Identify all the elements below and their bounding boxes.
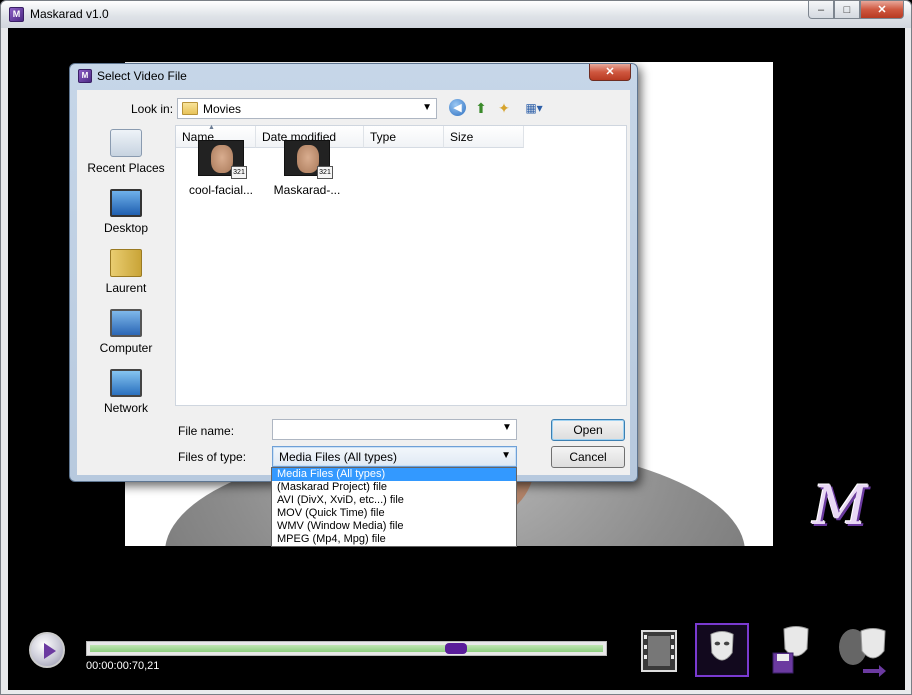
progress-thumb[interactable] — [445, 643, 467, 654]
chevron-down-icon[interactable]: ▼ — [501, 450, 511, 461]
video-thumbnail-icon: 321 — [198, 140, 247, 179]
cancel-button[interactable]: Cancel — [551, 446, 625, 468]
look-in-label: Look in: — [131, 102, 174, 116]
files-of-type-label: Files of type: — [178, 450, 247, 464]
export-masks-icon[interactable] — [833, 623, 887, 677]
folder-icon — [182, 102, 198, 115]
recent-places-icon — [110, 129, 142, 157]
title-bar[interactable]: M Maskarad v1.0 – □ ✕ — [1, 1, 911, 28]
look-in-value: Movies — [203, 102, 242, 116]
file-type-dropdown-list: Media Files (All types) (Maskarad Projec… — [271, 467, 517, 547]
place-network[interactable]: Network — [77, 365, 175, 425]
chevron-down-icon[interactable]: ▼ — [422, 102, 432, 113]
dialog-close-button[interactable]: ✕ — [589, 64, 631, 81]
file-type-option[interactable]: MPEG (Mp4, Mpg) file — [272, 533, 516, 546]
computer-icon — [110, 309, 142, 337]
file-name-input[interactable] — [272, 419, 517, 440]
back-arrow-icon[interactable]: ◀ — [449, 99, 466, 116]
select-video-dialog: M Select Video File ✕ Look in: Movies ▼ … — [69, 63, 638, 482]
play-icon — [44, 643, 56, 659]
file-name: cool-facial... — [188, 183, 254, 197]
place-recent-places[interactable]: Recent Places — [77, 125, 175, 185]
open-button[interactable]: Open — [551, 419, 625, 441]
window-controls: – □ ✕ — [808, 1, 904, 19]
file-list-view[interactable]: ▲ Name Date modified Type Size 321 cool-… — [175, 124, 627, 406]
dialog-body: Look in: Movies ▼ ◀ ⬆ ✦ ▦▾ Recent Places… — [77, 90, 630, 475]
file-type-option[interactable]: (Maskarad Project) file — [272, 481, 516, 494]
close-button[interactable]: ✕ — [860, 1, 904, 19]
save-mask-icon[interactable] — [768, 623, 822, 677]
maximize-button[interactable]: □ — [834, 1, 860, 19]
place-user[interactable]: Laurent — [77, 245, 175, 305]
progress-fill — [90, 645, 603, 652]
desktop-icon — [110, 189, 142, 217]
film-icon[interactable] — [632, 623, 686, 677]
face-mask-icon[interactable] — [695, 623, 749, 677]
place-label: Desktop — [103, 221, 149, 235]
thumbnail-face — [297, 145, 319, 173]
place-label: Recent Places — [87, 161, 165, 175]
place-label: Network — [103, 401, 148, 415]
column-header-type[interactable]: Type — [364, 126, 444, 148]
maskarad-app-icon: M — [9, 7, 24, 22]
new-folder-icon[interactable]: ✦ — [495, 99, 513, 117]
place-label: Computer — [99, 341, 153, 355]
file-type-option[interactable]: MOV (Quick Time) file — [272, 507, 516, 520]
file-type-option[interactable]: Media Files (All types) — [272, 468, 516, 481]
sort-ascending-icon: ▲ — [208, 124, 215, 131]
file-badge: 321 — [231, 166, 247, 179]
dialog-title: Select Video File — [97, 69, 187, 83]
user-folder-icon — [110, 249, 142, 277]
file-name-label: File name: — [178, 424, 235, 438]
place-computer[interactable]: Computer — [77, 305, 175, 365]
file-type-option[interactable]: WMV (Window Media) file — [272, 520, 516, 533]
file-name: Maskarad-... — [273, 183, 341, 197]
files-of-type-value: Media Files (All types) — [279, 450, 398, 464]
dialog-app-icon: M — [78, 69, 92, 83]
chevron-down-icon[interactable]: ▼ — [502, 422, 512, 433]
file-item[interactable]: 321 cool-facial... — [176, 140, 266, 210]
places-bar: Recent Places Desktop Laurent Computer N… — [77, 125, 175, 415]
play-button[interactable] — [29, 632, 65, 668]
place-label: Laurent — [105, 281, 147, 295]
look-in-select[interactable]: Movies ▼ — [177, 98, 437, 119]
maskarad-logo: M — [812, 474, 868, 537]
network-icon — [110, 369, 142, 397]
column-header-size[interactable]: Size — [444, 126, 524, 148]
minimize-button[interactable]: – — [808, 1, 834, 19]
file-badge: 321 — [317, 166, 333, 179]
video-thumbnail-icon: 321 — [284, 140, 333, 179]
views-menu-icon[interactable]: ▦▾ — [520, 99, 548, 117]
progress-bar[interactable] — [86, 641, 607, 656]
up-folder-icon[interactable]: ⬆ — [472, 99, 490, 117]
files-of-type-select[interactable]: Media Files (All types) ▼ — [272, 446, 517, 467]
file-item[interactable]: 321 Maskarad-... — [262, 140, 352, 210]
file-type-option[interactable]: AVI (DivX, XviD, etc...) file — [272, 494, 516, 507]
app-title: Maskarad v1.0 — [30, 7, 109, 21]
timecode: 00:00:00:70,21 — [86, 660, 160, 672]
thumbnail-face — [211, 145, 233, 173]
place-desktop[interactable]: Desktop — [77, 185, 175, 245]
